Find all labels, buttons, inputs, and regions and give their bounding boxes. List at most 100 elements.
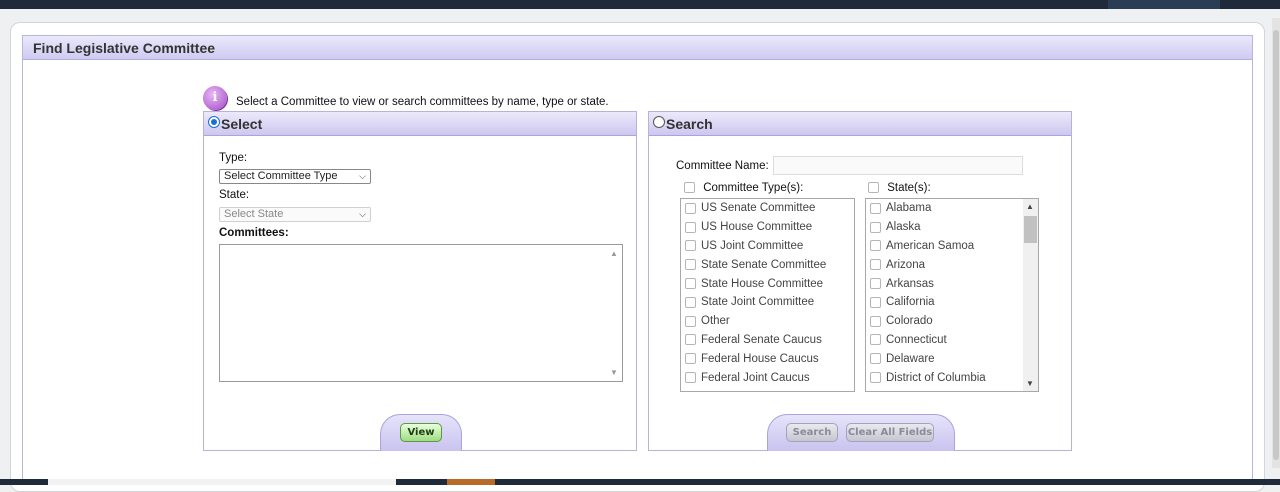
- committee-type-item[interactable]: US Joint Committee: [681, 237, 854, 256]
- checkbox[interactable]: [870, 202, 881, 214]
- state-item[interactable]: Arizona: [866, 255, 1038, 274]
- checkbox[interactable]: [685, 296, 696, 308]
- view-button[interactable]: View: [400, 423, 442, 442]
- checkbox[interactable]: [870, 296, 881, 308]
- state-item-label: American Samoa: [886, 239, 975, 252]
- search-radio[interactable]: [653, 115, 665, 128]
- page-title: Find Legislative Committee: [23, 36, 1252, 60]
- checkbox[interactable]: [870, 372, 881, 384]
- state-item-label: District of Columbia: [886, 371, 986, 384]
- committee-type-item-label: State House Committee: [701, 277, 824, 290]
- committee-types-list: US Senate Committee US House Committee US …: [680, 198, 855, 392]
- scroll-up-icon[interactable]: ▲: [1026, 202, 1034, 211]
- committee-type-item[interactable]: Federal Joint Caucus: [681, 368, 854, 387]
- checkbox[interactable]: [685, 353, 696, 365]
- state-item[interactable]: California: [866, 293, 1038, 312]
- select-panel-title: Select: [221, 115, 263, 132]
- committees-listbox[interactable]: ▲ ▼: [219, 244, 623, 382]
- select-panel: Select Type: Select Committee Type ⌵ Sta…: [203, 111, 637, 451]
- all-types-checkbox[interactable]: [684, 182, 695, 194]
- search-panel-header: Search: [649, 112, 1071, 136]
- committee-type-value: Select Committee Type: [224, 170, 338, 182]
- state-item[interactable]: Arkansas: [866, 274, 1038, 293]
- info-text: Select a Committee to view or search com…: [236, 96, 609, 108]
- states-scroll-thumb[interactable]: [1024, 216, 1037, 243]
- states-list: Alabama Alaska American Samoa Arizona Arkans…: [865, 198, 1039, 392]
- state-item-label: Arizona: [886, 258, 925, 271]
- all-states-checkbox[interactable]: [868, 182, 879, 194]
- select-panel-header: Select: [204, 112, 636, 136]
- scroll-up-icon[interactable]: ▲: [610, 249, 618, 258]
- checkbox[interactable]: [685, 202, 696, 214]
- checkbox[interactable]: [870, 315, 881, 327]
- state-item-label: Alabama: [886, 202, 932, 215]
- committees-label: Committees:: [219, 227, 289, 239]
- committee-types-header: Committee Type(s):: [684, 182, 803, 194]
- committee-type-item[interactable]: State Senate Committee: [681, 255, 854, 274]
- committee-name-label: Committee Name:: [676, 160, 769, 172]
- state-item-label: Delaware: [886, 352, 935, 365]
- type-label: Type:: [219, 152, 248, 164]
- clear-all-fields-button[interactable]: Clear All Fields: [846, 423, 934, 442]
- search-panel-title: Search: [666, 115, 713, 132]
- taskbar-item[interactable]: [48, 479, 396, 485]
- checkbox[interactable]: [870, 334, 881, 346]
- committee-type-item[interactable]: Federal House Caucus: [681, 349, 854, 368]
- state-item[interactable]: Alabama: [866, 199, 1038, 218]
- state-item-label: Connecticut: [886, 333, 947, 346]
- scroll-down-icon[interactable]: ▼: [610, 368, 618, 377]
- checkbox[interactable]: [685, 259, 696, 271]
- state-item[interactable]: Delaware: [866, 349, 1038, 368]
- committee-type-item-label: US Senate Committee: [701, 202, 816, 215]
- checkbox[interactable]: [870, 353, 881, 365]
- page-scrollbar-thumb[interactable]: [1273, 30, 1279, 460]
- state-item[interactable]: Colorado: [866, 312, 1038, 331]
- top-bar-button[interactable]: [1108, 0, 1220, 9]
- committee-type-item[interactable]: State Joint Committee: [681, 293, 854, 312]
- checkbox[interactable]: [685, 372, 696, 384]
- states-header: State(s):: [868, 182, 931, 194]
- scroll-down-icon[interactable]: ▼: [1026, 379, 1034, 388]
- state-item[interactable]: Connecticut: [866, 331, 1038, 350]
- checkbox[interactable]: [685, 240, 696, 252]
- committees-listbox-scrollbar[interactable]: ▲ ▼: [607, 245, 622, 381]
- committee-type-item[interactable]: US Senate Committee: [681, 199, 854, 218]
- checkbox[interactable]: [685, 334, 696, 346]
- select-radio[interactable]: [208, 115, 220, 128]
- states-list-scrollbar[interactable]: ▲ ▼: [1023, 199, 1038, 391]
- state-item[interactable]: Alaska: [866, 218, 1038, 237]
- checkbox[interactable]: [870, 221, 881, 233]
- state-item[interactable]: District of Columbia: [866, 368, 1038, 387]
- info-icon: i: [203, 86, 227, 110]
- committee-types-header-label: Committee Type(s):: [703, 182, 804, 194]
- state-item[interactable]: American Samoa: [866, 237, 1038, 256]
- committee-type-item[interactable]: US House Committee: [681, 218, 854, 237]
- taskbar: [0, 479, 1280, 485]
- find-committee-card: Find Legislative Committee i Select a Co…: [22, 35, 1253, 485]
- committee-type-item-label: US House Committee: [701, 221, 813, 234]
- checkbox[interactable]: [685, 315, 696, 327]
- search-panel: Search Committee Name: Committee Type(s)…: [648, 111, 1072, 451]
- checkbox[interactable]: [685, 278, 696, 290]
- state-item-label: California: [886, 296, 935, 309]
- committee-type-item-label: Federal Senate Caucus: [701, 333, 822, 346]
- state-item-label: Colorado: [886, 315, 933, 328]
- taskbar-item[interactable]: [447, 479, 495, 485]
- info-message: i Select a Committee to view or search c…: [203, 86, 609, 110]
- checkbox[interactable]: [685, 221, 696, 233]
- checkbox[interactable]: [870, 240, 881, 252]
- state-item-label: Alaska: [886, 221, 921, 234]
- search-button[interactable]: Search: [786, 423, 838, 442]
- committee-type-item[interactable]: Other: [681, 312, 854, 331]
- chevron-down-icon: ⌵: [359, 171, 366, 181]
- committee-type-item[interactable]: Federal Senate Caucus: [681, 331, 854, 350]
- checkbox[interactable]: [870, 278, 881, 290]
- committee-type-item-label: US Joint Committee: [701, 239, 804, 252]
- committee-type-select[interactable]: Select Committee Type ⌵: [219, 169, 371, 184]
- page-scrollbar[interactable]: [1272, 18, 1280, 468]
- checkbox[interactable]: [870, 259, 881, 271]
- committee-type-item[interactable]: State House Committee: [681, 274, 854, 293]
- state-select[interactable]: Select State ⌵: [219, 207, 371, 222]
- state-item-label: Arkansas: [886, 277, 934, 290]
- committee-name-input[interactable]: [773, 156, 1023, 175]
